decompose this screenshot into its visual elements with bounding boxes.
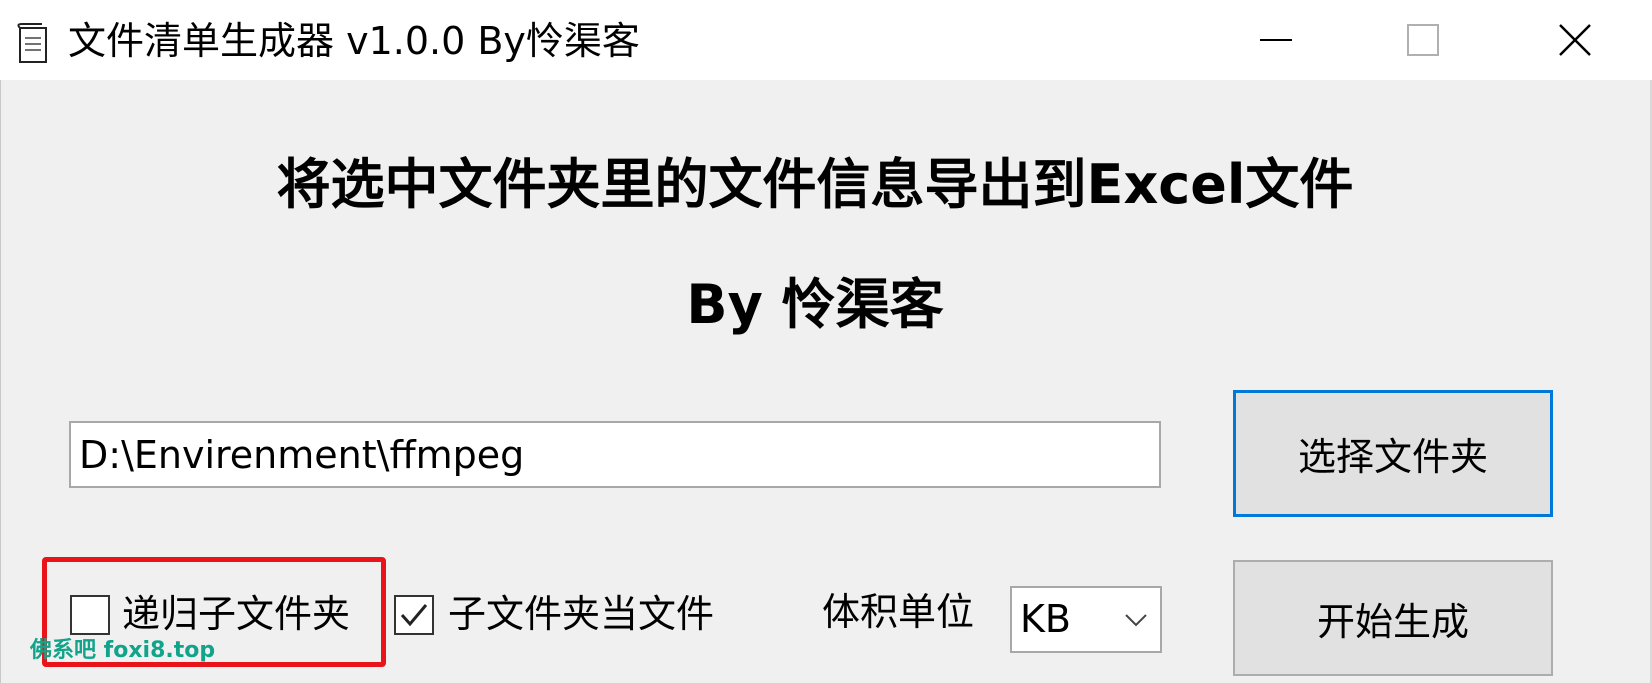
select-folder-button[interactable]: 选择文件夹 [1233,390,1553,517]
close-button[interactable] [1506,0,1646,80]
chevron-down-icon [1124,608,1148,636]
folder-path-input[interactable] [69,421,1161,488]
size-unit-value: KB [1020,597,1071,641]
size-unit-label: 体积单位 [822,590,975,634]
subfolder-as-file-checkbox[interactable] [394,595,434,635]
notepad-icon [14,22,50,64]
minimize-button[interactable] [1206,0,1346,80]
window-title: 文件清单生成器 v1.0.0 By怜渠客 [68,19,640,63]
subfolder-as-file-label[interactable]: 子文件夹当文件 [448,589,714,639]
maximize-button[interactable] [1351,0,1491,80]
title-bar: 文件清单生成器 v1.0.0 By怜渠客 [0,0,1652,80]
author-subtitle: By 怜渠客 [686,273,944,336]
size-unit-select[interactable]: KB [1010,586,1162,653]
site-watermark: 佛系吧 foxi8.top [30,638,216,663]
page-title: 将选中文件夹里的文件信息导出到Excel文件 [276,153,1354,216]
start-generate-button[interactable]: 开始生成 [1233,560,1553,676]
